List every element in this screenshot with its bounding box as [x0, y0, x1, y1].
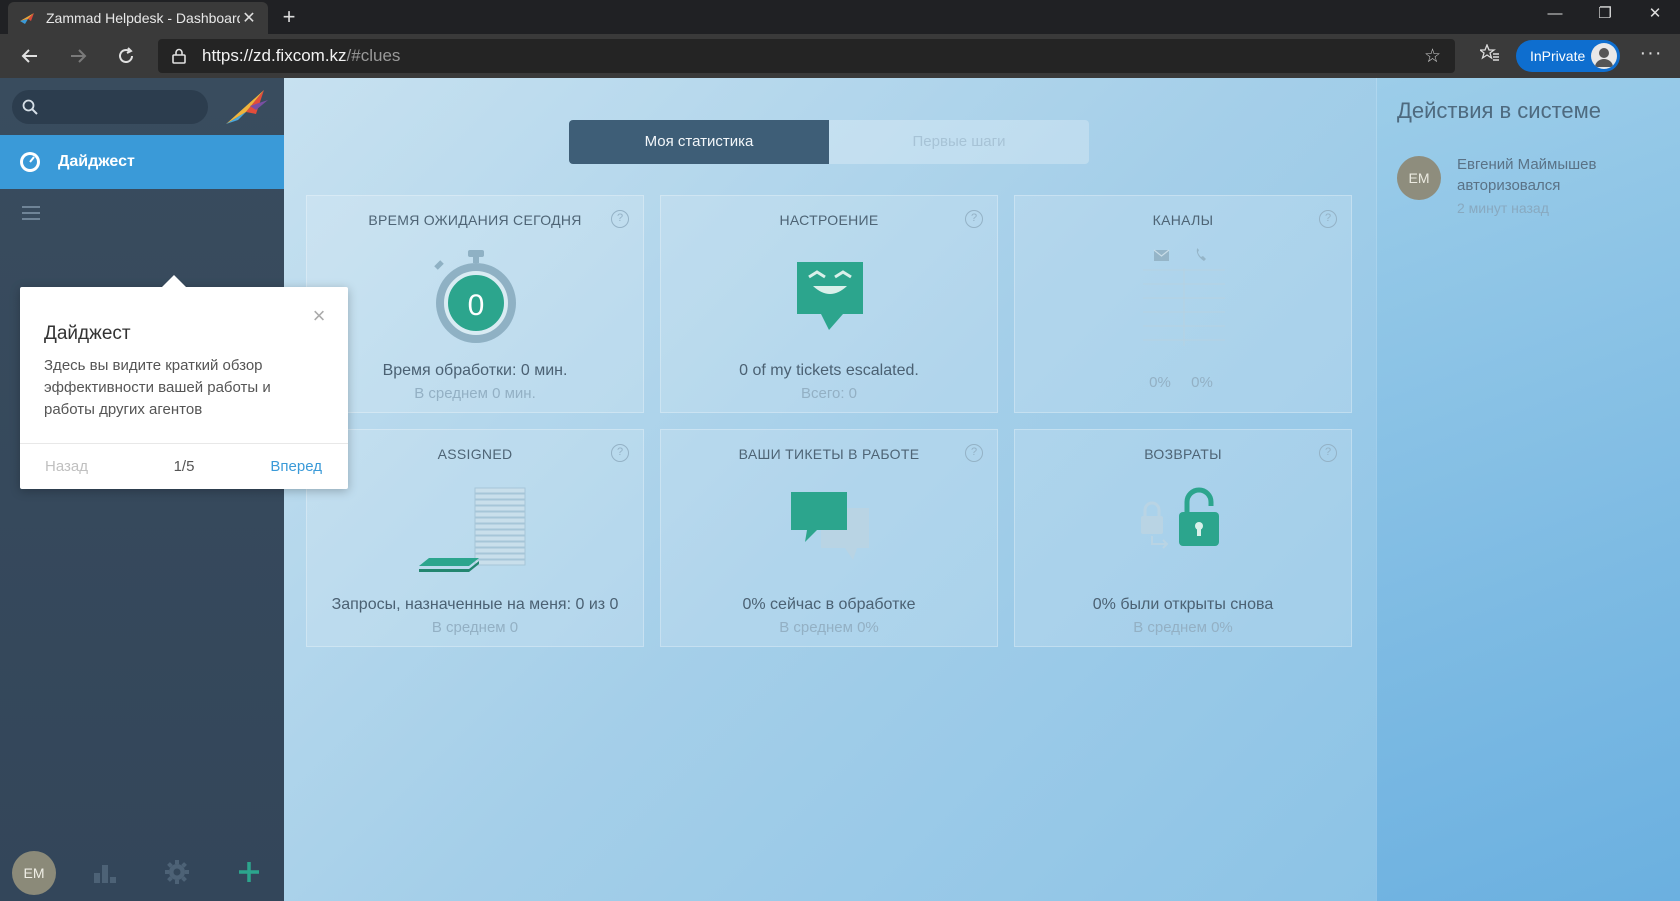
- favorite-star-icon[interactable]: ☆: [1424, 45, 1441, 68]
- tour-popover: Дайджест × Здесь вы видите краткий обзор…: [20, 275, 348, 489]
- help-icon[interactable]: ?: [1319, 444, 1337, 462]
- tab-close-icon[interactable]: ✕: [240, 8, 258, 28]
- zammad-favicon-icon: [18, 9, 36, 27]
- forward-button[interactable]: [54, 34, 102, 78]
- reopen-lock-icon: [1015, 478, 1351, 588]
- popover-footer: Назад 1/5 Вперед: [20, 443, 348, 489]
- card-waiting-time: ВРЕМЯ ОЖИДАНИЯ СЕГОДНЯ ? 0 Время обработ…: [306, 195, 644, 413]
- popover-title: Дайджест: [44, 323, 131, 344]
- tab-title: Zammad Helpdesk - Dashboard: [46, 10, 240, 26]
- sidebar-bottom-bar: EM: [0, 841, 284, 901]
- overviews-list-icon[interactable]: [22, 206, 40, 220]
- card-title: ВАШИ ТИКЕТЫ В РАБОТЕ: [738, 446, 920, 462]
- address-bar: https://zd.fixcom.kz/#clues ☆: [0, 34, 1680, 78]
- activity-user[interactable]: Евгений Маймышев: [1457, 156, 1597, 173]
- dashboard-tab-switch: Моя статистика Первые шаги: [569, 120, 1089, 164]
- card-main-line: Запросы, назначенные на меня: 0 из 0: [331, 596, 619, 613]
- zammad-logo-icon[interactable]: [220, 84, 272, 130]
- activity-stream: Действия в системе EM Евгений Маймышев а…: [1376, 78, 1680, 901]
- minimize-button[interactable]: —: [1530, 0, 1580, 34]
- arrow-right-icon: [71, 49, 87, 63]
- sidebar-item-dashboard[interactable]: Дайджест: [0, 135, 284, 189]
- zammad-app: Дайджест EM Моя статистика Первые шаги В…: [0, 78, 1680, 901]
- channels-chart: [1015, 244, 1351, 354]
- card-title: ASSIGNED: [437, 446, 513, 462]
- channel-phone-percent: 0%: [1191, 374, 1213, 391]
- activity-action: авторизовался: [1457, 177, 1561, 194]
- back-button[interactable]: [6, 34, 54, 78]
- help-icon[interactable]: ?: [965, 210, 983, 228]
- new-tab-button[interactable]: +: [276, 4, 302, 30]
- lock-icon: [172, 48, 186, 64]
- browser-tab[interactable]: Zammad Helpdesk - Dashboard ✕: [8, 2, 268, 34]
- popover-body: Здесь вы видите краткий обзор эффективно…: [44, 357, 271, 418]
- card-sub-line: Всего: 0: [800, 385, 857, 402]
- help-icon[interactable]: ?: [1319, 210, 1337, 228]
- search-input[interactable]: [12, 90, 208, 124]
- dashboard-main: Моя статистика Первые шаги ВРЕМЯ ОЖИДАНИ…: [284, 78, 1376, 901]
- chat-bubbles-icon: [661, 478, 997, 588]
- arrow-left-icon: [21, 49, 37, 63]
- activity-title: Действия в системе: [1397, 98, 1602, 123]
- reload-button[interactable]: [102, 34, 150, 78]
- plus-icon[interactable]: [236, 859, 262, 885]
- phone-icon: [1196, 248, 1206, 261]
- card-mood: НАСТРОЕНИЕ ? 0 of my tickets escalated. …: [660, 195, 998, 413]
- card-sub-line: В среднем 0%: [1133, 619, 1233, 636]
- ticket-stack-icon: [307, 478, 643, 588]
- reports-chart-icon[interactable]: [92, 859, 118, 885]
- reload-icon: [119, 47, 133, 63]
- url-host: https://zd.fixcom.kz: [202, 46, 347, 65]
- tab-my-stats[interactable]: Моя статистика: [569, 120, 829, 164]
- close-icon[interactable]: ×: [310, 305, 328, 327]
- card-reopen: ВОЗВРАТЫ ? 0% были открыты снова В средн…: [1014, 429, 1352, 647]
- channel-email-percent: 0%: [1149, 374, 1171, 391]
- sidebar-item-label: Дайджест: [58, 153, 135, 170]
- card-assigned: ASSIGNED ? Запросы, назначенные на меня:…: [306, 429, 644, 647]
- popover-arrow: [162, 275, 186, 287]
- url-field[interactable]: https://zd.fixcom.kz/#clues ☆: [158, 39, 1455, 73]
- happy-speech-bubble-icon: [661, 244, 997, 354]
- card-title: КАНАЛЫ: [1152, 212, 1214, 228]
- card-title: ВРЕМЯ ОЖИДАНИЯ СЕГОДНЯ: [368, 212, 582, 228]
- card-channels: КАНАЛЫ ? 0% 0%: [1014, 195, 1352, 413]
- card-sub-line: В среднем 0: [431, 619, 519, 636]
- close-window-button[interactable]: ✕: [1630, 0, 1680, 34]
- next-button[interactable]: Вперед: [270, 458, 322, 475]
- help-icon[interactable]: ?: [965, 444, 983, 462]
- card-sub-line: В среднем 0%: [779, 619, 879, 636]
- url-path: /#clues: [346, 46, 401, 65]
- favorites-icon[interactable]: [1474, 40, 1506, 72]
- card-tickets-in-process: ВАШИ ТИКЕТЫ В РАБОТЕ ? 0% сейчас в обраб…: [660, 429, 998, 647]
- card-main-line: 0% сейчас в обработке: [742, 596, 916, 613]
- help-icon[interactable]: ?: [611, 210, 629, 228]
- sidebar: Дайджест EM: [0, 78, 284, 901]
- avatar[interactable]: EM: [1397, 156, 1441, 200]
- card-title: НАСТРОЕНИЕ: [779, 212, 879, 228]
- settings-more-button[interactable]: ···: [1634, 40, 1668, 72]
- browser-tabbar: Zammad Helpdesk - Dashboard ✕ + — ❐ ✕: [0, 0, 1680, 34]
- inprivate-label: InPrivate: [1530, 48, 1586, 64]
- inprivate-button[interactable]: InPrivate: [1516, 40, 1620, 72]
- stopwatch-value: 0: [468, 289, 485, 322]
- card-sub-line: В среднем 0 мин.: [414, 385, 536, 402]
- card-main-line: 0% были открыты снова: [1092, 596, 1274, 613]
- card-main-line: 0 of my tickets escalated.: [739, 362, 919, 379]
- help-icon[interactable]: ?: [611, 444, 629, 462]
- search-icon: [22, 99, 38, 115]
- restore-button[interactable]: ❐: [1580, 0, 1630, 34]
- gear-icon[interactable]: [164, 859, 190, 885]
- card-main-line: Время обработки: 0 мин.: [382, 362, 568, 379]
- tab-first-steps[interactable]: Первые шаги: [829, 120, 1089, 164]
- stopwatch-icon: 0: [307, 244, 643, 354]
- user-avatar[interactable]: EM: [12, 851, 56, 895]
- activity-text: Евгений Маймышев авторизовался: [1457, 154, 1657, 196]
- card-title: ВОЗВРАТЫ: [1144, 446, 1222, 462]
- activity-time: 2 минут назад: [1457, 200, 1549, 216]
- dashboard-gauge-icon: [20, 152, 40, 172]
- profile-avatar-icon: [1591, 43, 1617, 69]
